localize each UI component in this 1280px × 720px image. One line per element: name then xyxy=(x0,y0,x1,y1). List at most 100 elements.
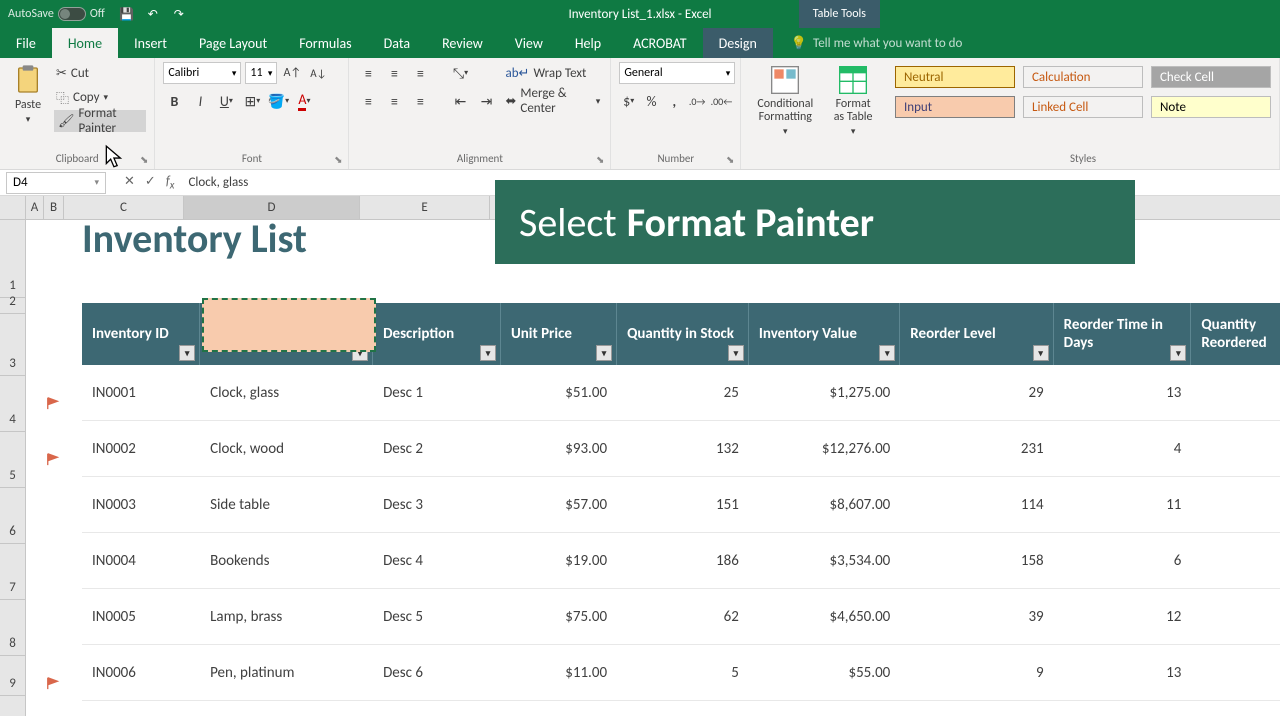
col-inventory-value[interactable]: Inventory Value xyxy=(759,325,857,343)
cell-val[interactable]: $1,275.00 xyxy=(749,365,900,420)
tab-review[interactable]: Review xyxy=(426,28,499,58)
tab-view[interactable]: View xyxy=(499,28,559,58)
tab-design[interactable]: Design xyxy=(703,28,773,58)
cell-time[interactable]: 11 xyxy=(1054,477,1192,532)
cell-desc[interactable]: Desc 5 xyxy=(373,589,501,644)
cell-desc[interactable]: Desc 6 xyxy=(373,645,501,700)
row-header[interactable]: 8 xyxy=(0,600,25,656)
number-format-combo[interactable]: General▾ xyxy=(619,62,735,84)
cell-qre[interactable] xyxy=(1191,421,1280,476)
cell-time[interactable]: 6 xyxy=(1054,533,1192,588)
table-row[interactable]: IN0005Lamp, brassDesc 5$75.0062$4,650.00… xyxy=(82,589,1280,645)
merge-center-button[interactable]: ⬌Merge & Center▾ xyxy=(503,90,602,112)
align-bottom-icon[interactable]: ≡ xyxy=(409,62,431,84)
cell-id[interactable]: IN0001 xyxy=(82,365,200,420)
col-unit-price[interactable]: Unit Price xyxy=(511,325,572,343)
increase-font-icon[interactable]: A↑ xyxy=(281,62,303,84)
align-center-icon[interactable]: ≡ xyxy=(383,90,405,112)
cell-price[interactable]: $51.00 xyxy=(501,365,617,420)
style-check-cell[interactable]: Check Cell xyxy=(1151,66,1271,88)
tab-formulas[interactable]: Formulas xyxy=(283,28,367,58)
table-row[interactable]: IN0006Pen, platinumDesc 6$11.005$55.0091… xyxy=(82,645,1280,701)
row-header[interactable]: 3 xyxy=(0,314,25,376)
cell-qty[interactable]: 5 xyxy=(617,645,749,700)
filter-icon[interactable]: ▾ xyxy=(1033,345,1049,361)
tab-page-layout[interactable]: Page Layout xyxy=(183,28,283,58)
col-qty-reordered[interactable]: Quantity Reordered xyxy=(1201,316,1270,352)
cell-qty[interactable]: 62 xyxy=(617,589,749,644)
filter-icon[interactable]: ▾ xyxy=(179,345,195,361)
style-note[interactable]: Note xyxy=(1151,96,1271,118)
tab-help[interactable]: Help xyxy=(559,28,617,58)
cell-price[interactable]: $75.00 xyxy=(501,589,617,644)
worksheet-grid[interactable]: 1 2 3 4 5 6 7 8 9 A B C D E Inventory Li… xyxy=(0,196,1280,716)
cell-qre[interactable] xyxy=(1191,477,1280,532)
increase-indent-icon[interactable]: ⇥ xyxy=(475,90,497,112)
row-header[interactable]: 4 xyxy=(0,376,25,432)
cell-qty[interactable]: 132 xyxy=(617,421,749,476)
comma-button[interactable]: , xyxy=(665,90,684,112)
filter-icon[interactable]: ▾ xyxy=(879,345,895,361)
col-inventory-id[interactable]: Inventory ID xyxy=(92,325,169,343)
cell-val[interactable]: $12,276.00 xyxy=(749,421,900,476)
filter-icon[interactable]: ▾ xyxy=(480,345,496,361)
cell-name[interactable]: Bookends xyxy=(200,533,373,588)
paste-button[interactable]: Paste▾ xyxy=(8,62,48,125)
cell-qre[interactable] xyxy=(1191,365,1280,420)
cell-qty[interactable]: 186 xyxy=(617,533,749,588)
font-size-combo[interactable]: 11▾ xyxy=(245,62,277,84)
copy-button[interactable]: ⿻Copy▾ xyxy=(54,86,146,108)
row-header[interactable]: 5 xyxy=(0,432,25,488)
dialog-launcher-icon[interactable]: ⬊ xyxy=(596,153,604,166)
cell-lvl[interactable]: 114 xyxy=(900,477,1053,532)
align-middle-icon[interactable]: ≡ xyxy=(383,62,405,84)
orientation-icon[interactable]: ⤡▾ xyxy=(449,62,471,84)
format-painter-button[interactable]: 🖌Format Painter xyxy=(54,110,146,132)
table-row[interactable]: IN0002Clock, woodDesc 2$93.00132$12,276.… xyxy=(82,421,1280,477)
bold-button[interactable]: B xyxy=(163,90,185,112)
cell-desc[interactable]: Desc 2 xyxy=(373,421,501,476)
style-calculation[interactable]: Calculation xyxy=(1023,66,1143,88)
cell-name[interactable]: Side table xyxy=(200,477,373,532)
cell-price[interactable]: $19.00 xyxy=(501,533,617,588)
cell-id[interactable]: IN0006 xyxy=(82,645,200,700)
col-reorder-time[interactable]: Reorder Time in Days xyxy=(1064,316,1181,352)
italic-button[interactable]: I xyxy=(189,90,211,112)
table-row[interactable]: IN0003Side tableDesc 3$57.00151$8,607.00… xyxy=(82,477,1280,533)
filter-icon[interactable]: ▾ xyxy=(1170,345,1186,361)
row-header[interactable]: 2 xyxy=(0,298,25,314)
row-header[interactable]: 7 xyxy=(0,544,25,600)
cell-name[interactable]: Pen, platinum xyxy=(200,645,373,700)
tell-me-search[interactable]: 💡 Tell me what you want to do xyxy=(791,36,963,51)
fill-color-button[interactable]: 🪣▾ xyxy=(267,90,289,112)
style-linked-cell[interactable]: Linked Cell xyxy=(1023,96,1143,118)
increase-decimal-icon[interactable]: .0→ xyxy=(688,90,707,112)
cell-id[interactable]: IN0003 xyxy=(82,477,200,532)
redo-icon[interactable]: ↷ xyxy=(171,6,187,22)
save-icon[interactable]: 💾 xyxy=(119,6,135,22)
row-header[interactable]: 6 xyxy=(0,488,25,544)
cell-qre[interactable] xyxy=(1191,645,1280,700)
row-header[interactable]: 9 xyxy=(0,656,25,696)
select-all[interactable] xyxy=(0,196,25,220)
cell-id[interactable]: IN0004 xyxy=(82,533,200,588)
col-description[interactable]: Description xyxy=(383,325,454,343)
enter-icon[interactable]: ✓ xyxy=(145,174,156,192)
align-right-icon[interactable]: ≡ xyxy=(409,90,431,112)
cell-val[interactable]: $8,607.00 xyxy=(749,477,900,532)
cell-id[interactable]: IN0005 xyxy=(82,589,200,644)
cell-lvl[interactable]: 231 xyxy=(900,421,1053,476)
cell-qty[interactable]: 151 xyxy=(617,477,749,532)
col-reorder-level[interactable]: Reorder Level xyxy=(910,325,995,343)
undo-icon[interactable]: ↶ xyxy=(145,6,161,22)
decrease-decimal-icon[interactable]: .00← xyxy=(711,90,733,112)
decrease-indent-icon[interactable]: ⇤ xyxy=(449,90,471,112)
tab-file[interactable]: File xyxy=(0,28,52,58)
filter-icon[interactable]: ▾ xyxy=(596,345,612,361)
cell-time[interactable]: 13 xyxy=(1054,645,1192,700)
cell-price[interactable]: $11.00 xyxy=(501,645,617,700)
cell-name[interactable]: Clock, wood xyxy=(200,421,373,476)
align-left-icon[interactable]: ≡ xyxy=(357,90,379,112)
col-header[interactable]: B xyxy=(44,196,64,219)
cell-name[interactable]: Clock, glass xyxy=(200,365,373,420)
